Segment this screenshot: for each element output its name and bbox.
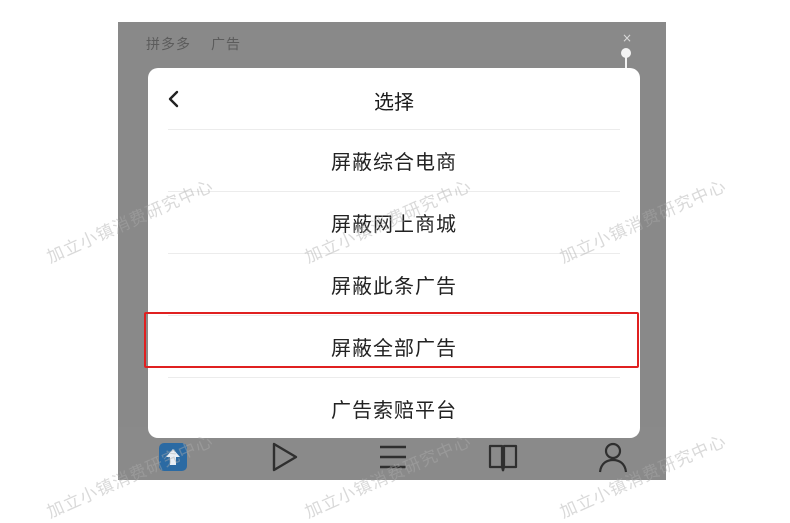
- close-icon[interactable]: ×: [622, 32, 632, 44]
- menu-icon: [380, 445, 406, 469]
- ad-brand: 拼多多: [146, 37, 191, 53]
- dialog-title: 选择: [374, 90, 414, 114]
- dialog-header: 选择: [148, 68, 640, 130]
- home-icon: [159, 443, 187, 471]
- play-icon: [272, 442, 298, 472]
- option-block-all-ads[interactable]: 屏蔽全部广告: [148, 316, 640, 376]
- tab-home[interactable]: [153, 437, 193, 477]
- tab-profile[interactable]: [593, 437, 633, 477]
- book-icon: [488, 444, 518, 472]
- ad-tag: 广告: [211, 37, 241, 53]
- block-options-dialog: 选择 屏蔽综合电商 屏蔽网上商城 屏蔽此条广告 屏蔽全部广告 广告索赔平台: [148, 68, 640, 438]
- option-ad-claim-platform[interactable]: 广告索赔平台: [148, 378, 640, 438]
- tab-video[interactable]: [263, 437, 303, 477]
- option-block-this-ad[interactable]: 屏蔽此条广告: [148, 254, 640, 314]
- tab-menu[interactable]: [373, 437, 413, 477]
- profile-icon: [598, 442, 628, 473]
- option-block-comprehensive-ecommerce[interactable]: 屏蔽综合电商: [148, 130, 640, 190]
- tab-read[interactable]: [483, 437, 523, 477]
- option-block-online-mall[interactable]: 屏蔽网上商城: [148, 192, 640, 252]
- ad-header: 拼多多 广告: [146, 34, 241, 54]
